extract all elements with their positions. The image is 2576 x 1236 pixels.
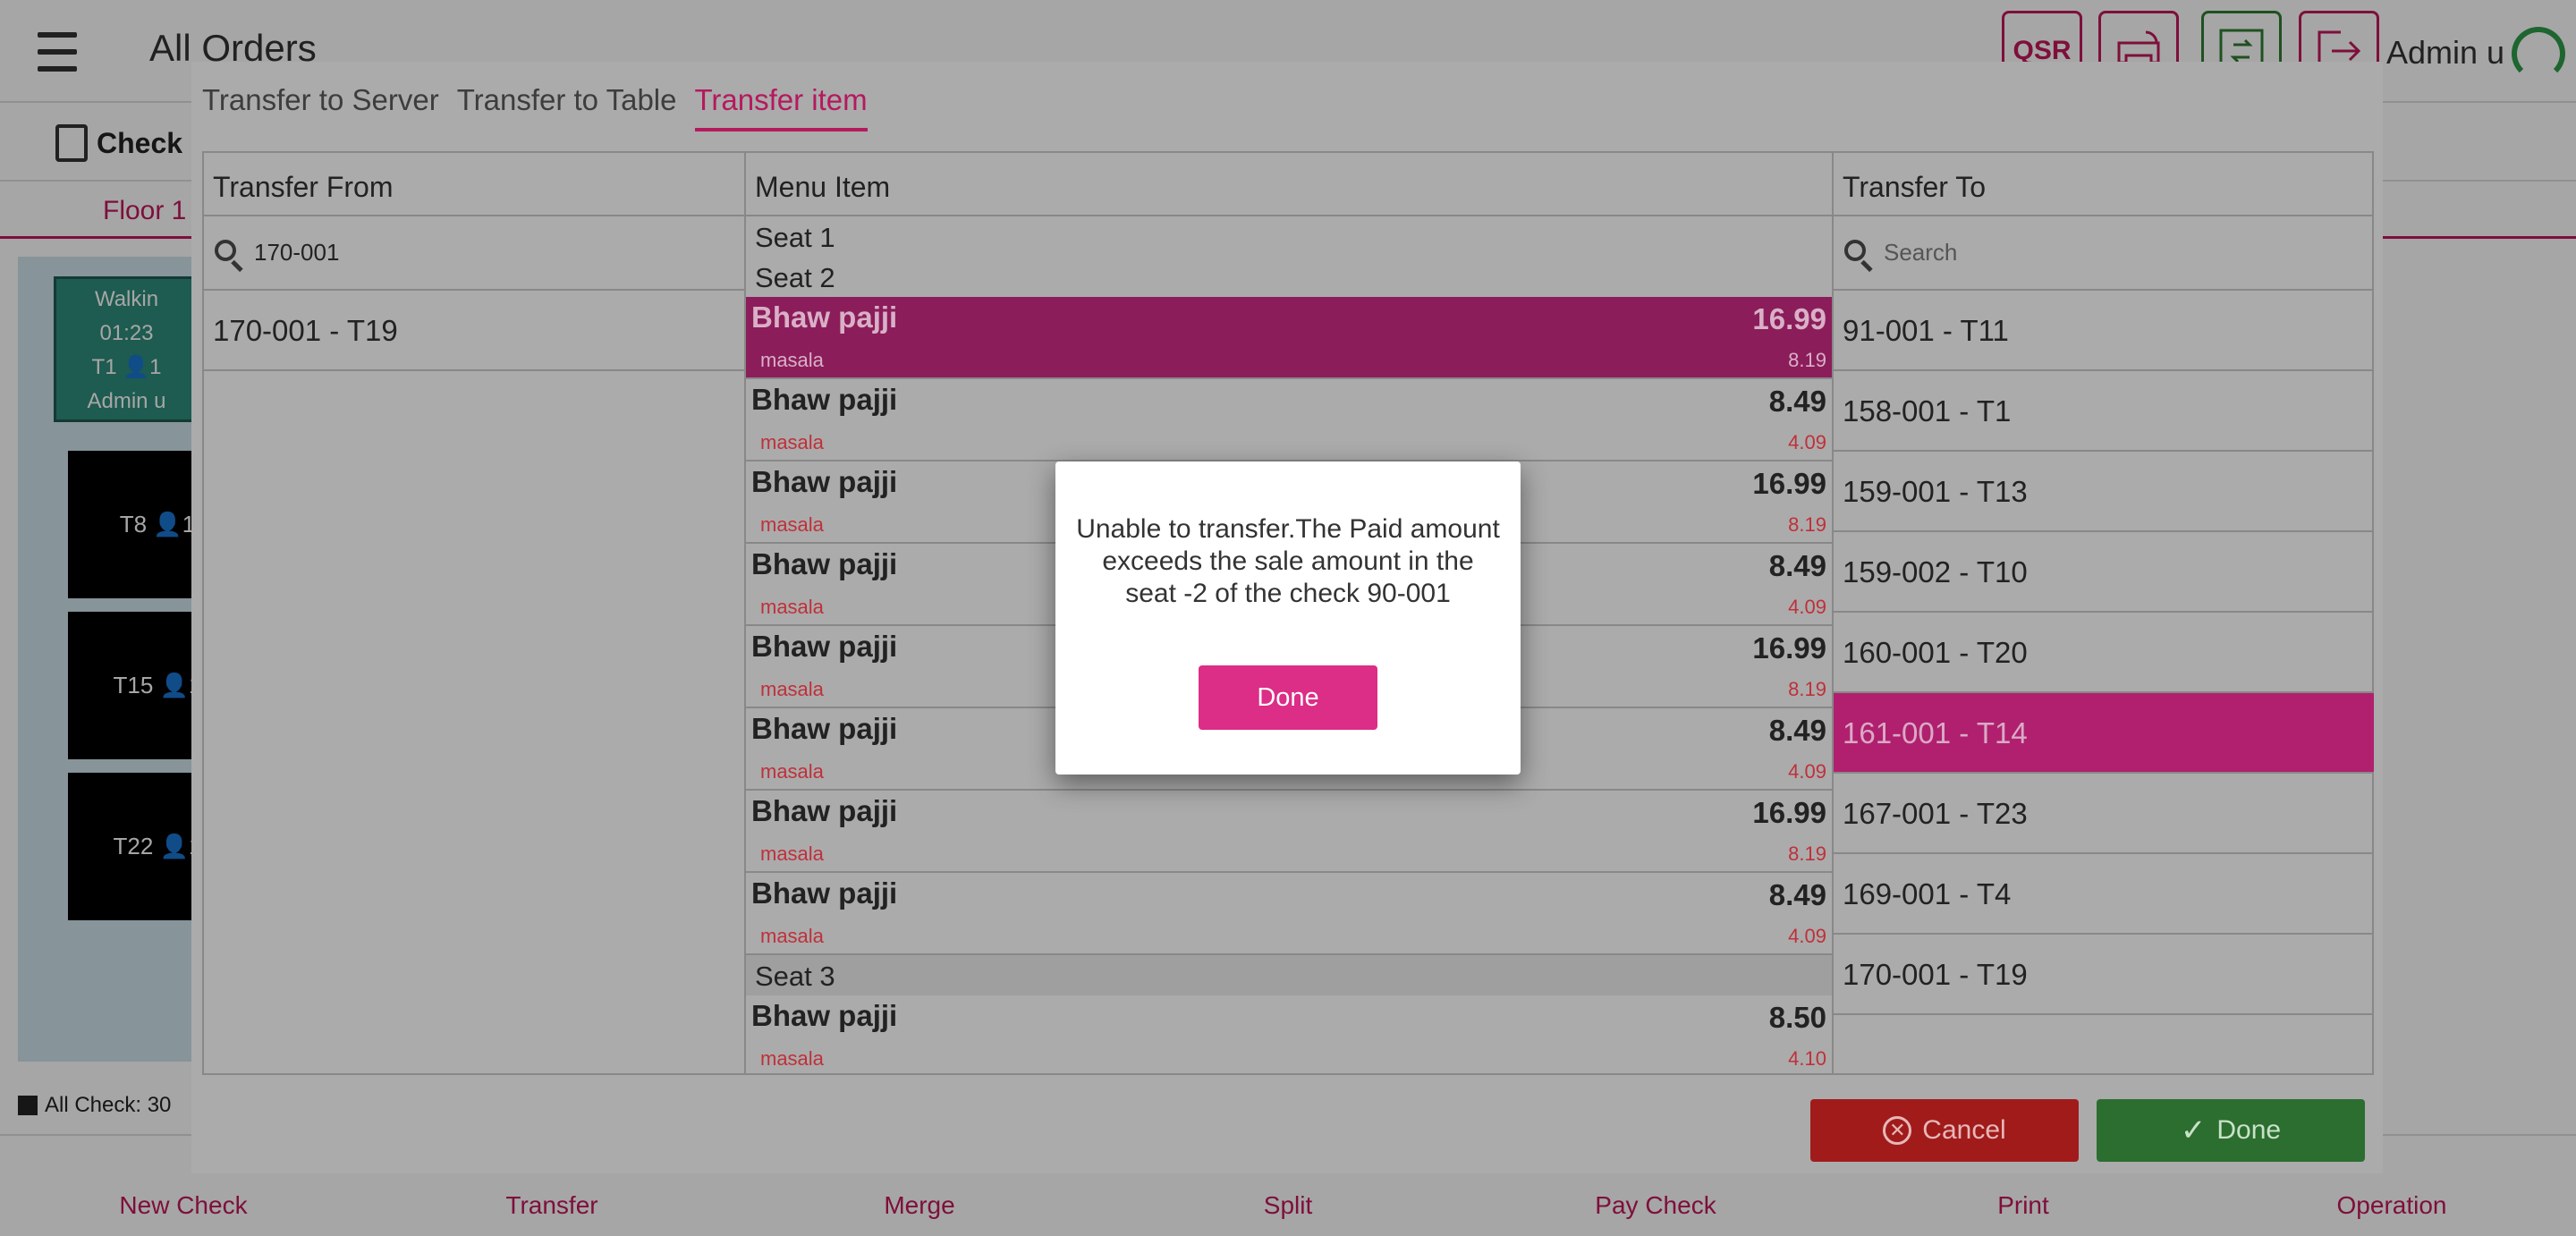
modifier-price: 4.09 (1788, 596, 1826, 618)
search-icon (1844, 239, 1873, 272)
menu-item-name: Bhaw pajji (751, 876, 898, 910)
list-item[interactable]: 170-001 - T19 (204, 291, 744, 371)
tab-transfer-item[interactable]: Transfer item (694, 83, 868, 131)
modifier-price: 8.19 (1788, 513, 1826, 536)
menu-item-row[interactable]: Bhaw pajji 8.50 masala 4.10 (746, 995, 1832, 1073)
modifier-name: masala (760, 678, 824, 700)
modifier-price: 4.09 (1788, 760, 1826, 783)
list-item[interactable]: 160-001 - T20 (1834, 613, 2374, 693)
modifier-price: 4.10 (1788, 1047, 1826, 1070)
modifier-price: 8.19 (1788, 678, 1826, 700)
modifier-name: masala (760, 349, 824, 371)
seat-label[interactable]: Seat 1 (746, 216, 1832, 257)
menu-item-row[interactable]: Bhaw pajji 8.49 masala 4.09 (746, 379, 1832, 461)
tab-transfer-to-table[interactable]: Transfer to Table (457, 83, 677, 131)
alert-dialog: Unable to transfer.The Paid amount excee… (1055, 461, 1521, 775)
close-icon: ✕ (1883, 1116, 1912, 1145)
menu-item-row[interactable]: Bhaw pajji 16.99 masala 8.19 (746, 297, 1832, 379)
menu-item-price: 16.99 (1752, 302, 1826, 335)
transfer-from-header: Transfer From (204, 153, 744, 216)
menu-item-row[interactable]: Bhaw pajji 16.99 masala 8.19 (746, 791, 1832, 873)
seat-label[interactable]: Seat 2 (746, 257, 1832, 297)
modifier-name: masala (760, 925, 824, 947)
tab-transfer-to-server[interactable]: Transfer to Server (202, 83, 439, 131)
done-label: Done (2216, 1115, 2282, 1145)
modifier-name: masala (760, 596, 824, 618)
modifier-name: masala (760, 842, 824, 865)
modifier-price: 4.09 (1788, 925, 1826, 947)
menu-item-price: 16.99 (1752, 467, 1826, 500)
transfer-to-header: Transfer To (1834, 153, 2374, 216)
transfer-from-column: Transfer From 170-001 - T19 (204, 153, 746, 1073)
cancel-button[interactable]: ✕ Cancel (1810, 1099, 2079, 1162)
modifier-name: masala (760, 431, 824, 453)
modifier-price: 8.19 (1788, 349, 1826, 371)
menu-item-price: 8.49 (1768, 385, 1826, 418)
seat-label[interactable]: Seat 3 (746, 955, 1832, 995)
search-icon (215, 239, 243, 272)
menu-item-price: 16.99 (1752, 796, 1826, 829)
modifier-name: masala (760, 760, 824, 783)
menu-item-price: 16.99 (1752, 631, 1826, 665)
modifier-name: masala (760, 513, 824, 536)
list-item[interactable]: 159-001 - T13 (1834, 452, 2374, 532)
menu-item-name: Bhaw pajji (751, 999, 898, 1032)
alert-message: Unable to transfer.The Paid amount excee… (1076, 514, 1500, 608)
menu-item-price: 8.50 (1768, 1001, 1826, 1034)
menu-item-header: Menu Item (746, 153, 1832, 216)
menu-item-name: Bhaw pajji (751, 383, 898, 416)
list-item[interactable]: 158-001 - T1 (1834, 371, 2374, 452)
cancel-label: Cancel (1922, 1115, 2006, 1145)
list-item[interactable]: 159-002 - T10 (1834, 532, 2374, 613)
check-icon: ✓ (2180, 1113, 2207, 1147)
list-item[interactable]: 167-001 - T23 (1834, 774, 2374, 854)
done-button[interactable]: ✓ Done (2097, 1099, 2365, 1162)
list-item[interactable]: 161-001 - T14 (1834, 693, 2374, 774)
alert-done-button[interactable]: Done (1199, 665, 1377, 730)
modifier-name: masala (760, 1047, 824, 1070)
transfer-to-search-input[interactable] (1884, 239, 2363, 267)
menu-item-name: Bhaw pajji (751, 794, 898, 827)
menu-item-price: 8.49 (1768, 549, 1826, 582)
transfer-to-column: Transfer To 91-001 - T11158-001 - T1159-… (1834, 153, 2374, 1073)
menu-item-name: Bhaw pajji (751, 301, 898, 334)
modifier-price: 4.09 (1788, 431, 1826, 453)
list-item[interactable]: 170-001 - T19 (1834, 935, 2374, 1015)
menu-item-price: 8.49 (1768, 714, 1826, 747)
list-item[interactable]: 91-001 - T11 (1834, 291, 2374, 371)
modifier-price: 8.19 (1788, 842, 1826, 865)
list-item[interactable]: 169-001 - T4 (1834, 854, 2374, 935)
transfer-from-search (204, 216, 744, 291)
transfer-tabs: Transfer to Server Transfer to Table Tra… (202, 83, 868, 131)
transfer-to-search (1834, 216, 2374, 291)
menu-item-row[interactable]: Bhaw pajji 8.49 masala 4.09 (746, 873, 1832, 955)
menu-item-price: 8.49 (1768, 878, 1826, 911)
transfer-from-search-input[interactable] (254, 239, 733, 267)
